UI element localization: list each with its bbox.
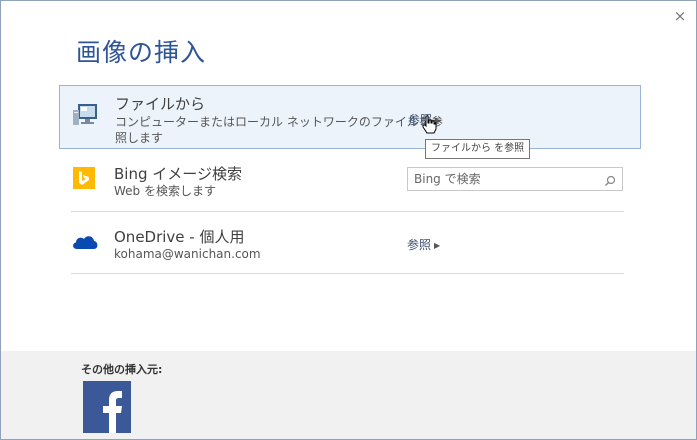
source-row-bing[interactable]: Bing イメージ検索 Web を検索します	[59, 153, 639, 211]
dialog-title: 画像の挿入	[76, 38, 207, 67]
source-title-bing: Bing イメージ検索	[114, 165, 242, 183]
facebook-icon[interactable]	[83, 381, 131, 437]
facebook-button[interactable]	[83, 381, 131, 433]
onedrive-icon	[71, 233, 98, 259]
other-sources-panel: その他の挿入元:	[1, 351, 696, 439]
browse-onedrive-button[interactable]: 参照 ▶	[407, 236, 440, 253]
bing-search-box[interactable]	[407, 167, 623, 191]
source-description-file-line1: コンピューターまたはローカル ネットワークのファイルを参	[115, 115, 443, 129]
bing-search-input[interactable]	[408, 168, 600, 190]
source-title-onedrive: OneDrive - 個人用	[114, 228, 245, 246]
chevron-right-icon: ▶	[434, 241, 441, 250]
browse-onedrive-label[interactable]: 参照	[407, 238, 431, 252]
close-icon[interactable]: ×	[674, 7, 687, 25]
other-sources-label: その他の挿入元:	[81, 363, 163, 376]
source-description-file-line2: 照します	[115, 131, 164, 145]
close-button[interactable]: ×	[671, 7, 689, 25]
hand-cursor-icon	[421, 115, 437, 139]
source-row-file[interactable]: ファイルから コンピューターまたはローカル ネットワークのファイルを参 照します…	[59, 85, 641, 149]
source-description-onedrive: kohama@wanichan.com	[114, 247, 261, 261]
source-row-onedrive[interactable]: OneDrive - 個人用 kohama@wanichan.com 参照 ▶	[59, 215, 639, 273]
source-description-bing: Web を検索します	[114, 184, 216, 198]
computer-icon	[72, 102, 98, 128]
row-divider	[71, 211, 624, 212]
insert-picture-dialog: × 画像の挿入 ファイルから コンピューターまたはローカル ネットワークのファイ…	[0, 0, 697, 440]
search-icon[interactable]	[604, 172, 616, 191]
row-divider	[71, 273, 624, 274]
source-title-file: ファイルから	[115, 95, 206, 113]
bing-icon	[73, 167, 99, 193]
